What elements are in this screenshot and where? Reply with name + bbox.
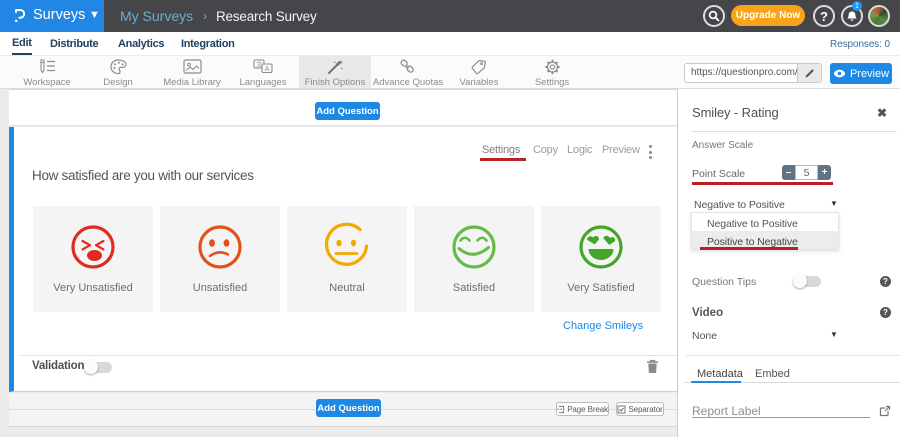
svg-text:文: 文 [256,60,263,69]
svg-text:A: A [265,66,270,73]
